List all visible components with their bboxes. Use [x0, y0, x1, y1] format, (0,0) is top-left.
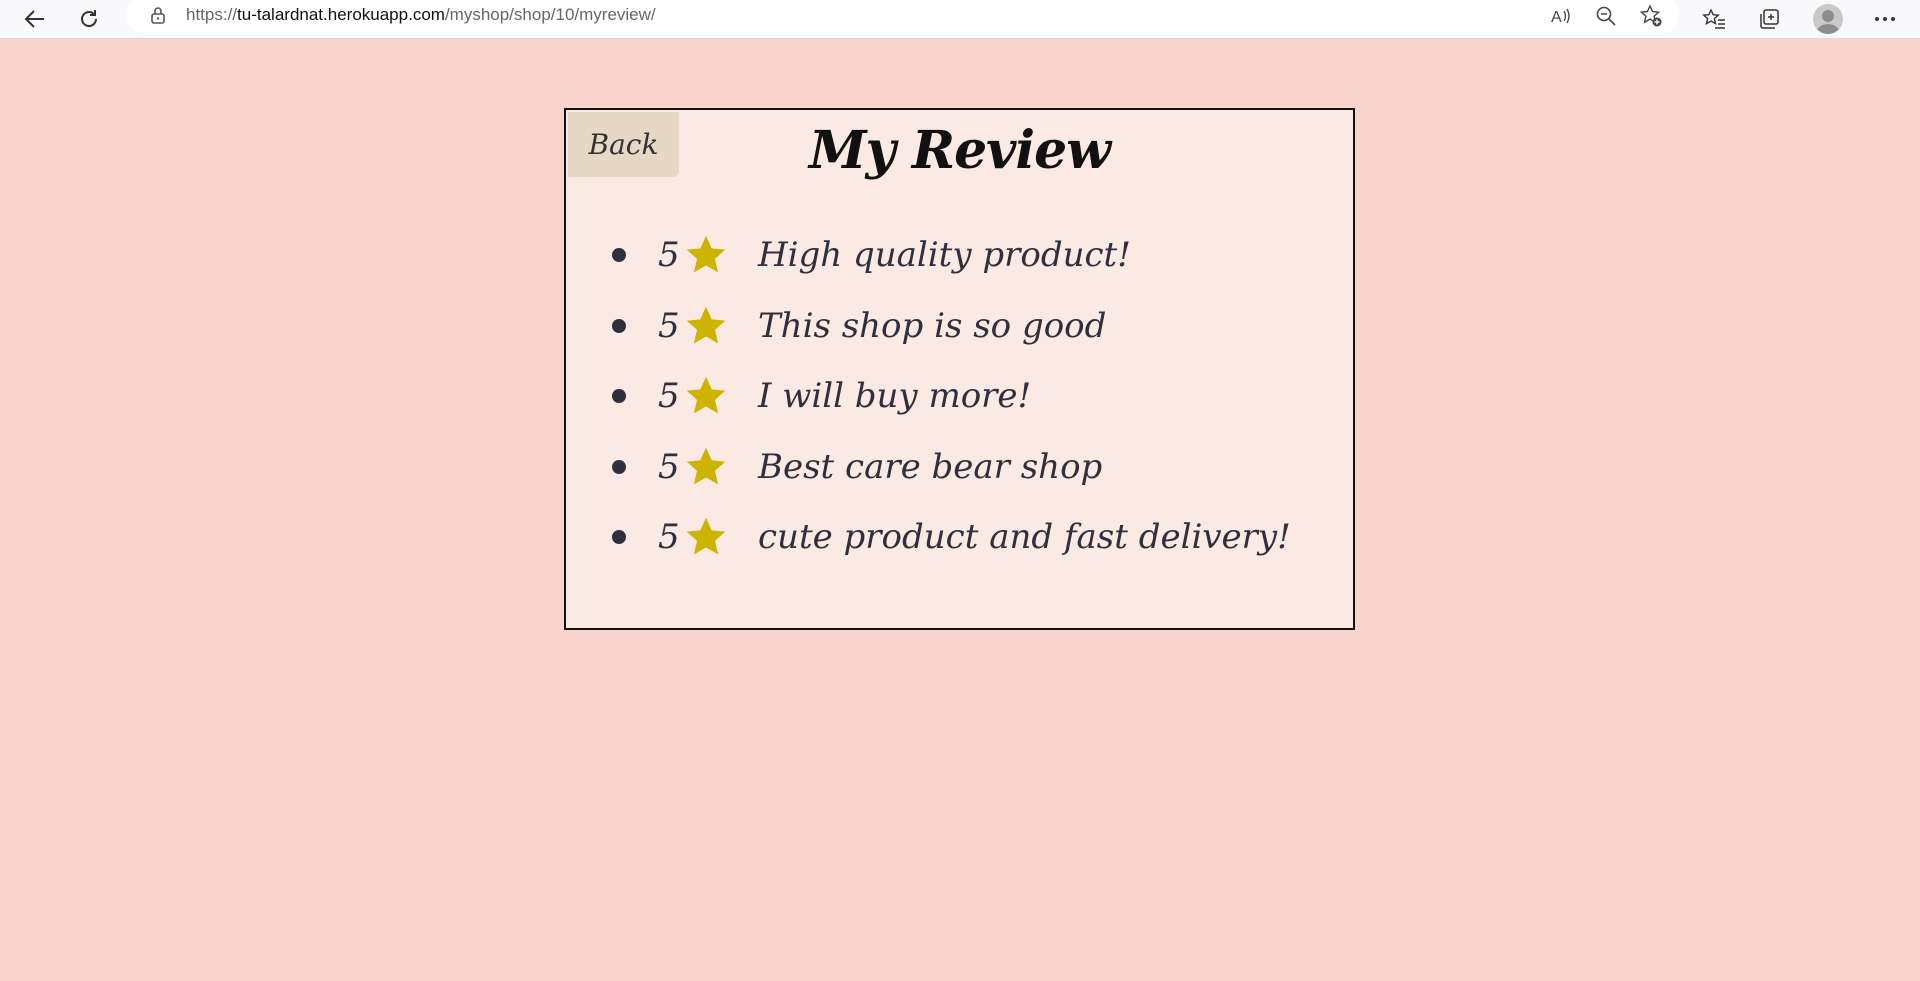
back-arrow-icon[interactable] — [18, 2, 52, 36]
review-comment: I will buy more! — [758, 376, 1032, 417]
url-text[interactable]: https://tu-talardnat.herokuapp.com/mysho… — [186, 5, 656, 25]
lock-icon[interactable] — [148, 5, 168, 25]
url-path: /myshop/shop/10/myreview/ — [444, 5, 656, 24]
profile-avatar[interactable] — [1813, 4, 1843, 34]
favorites-icon[interactable] — [1697, 2, 1731, 36]
review-comment: This shop is so good — [758, 305, 1107, 346]
review-list: 5 High quality product! 5 This shop is s… — [606, 220, 1326, 573]
bullet — [612, 389, 626, 404]
review-comment: cute product and fast delivery! — [758, 517, 1291, 558]
review-card: Back My Review 5 High quality product! 5… — [564, 108, 1355, 630]
add-favorite-icon[interactable] — [1638, 3, 1664, 29]
list-item: 5 I will buy more! — [606, 361, 1326, 432]
collections-icon[interactable] — [1752, 2, 1786, 36]
star-icon — [686, 518, 726, 555]
refresh-icon[interactable] — [72, 2, 106, 36]
zoom-out-icon[interactable] — [1593, 3, 1619, 29]
page-title: My Review — [809, 120, 1111, 181]
review-rating: 5 — [658, 376, 680, 417]
star-icon — [686, 447, 726, 485]
list-item: 5 This shop is so good — [606, 291, 1326, 362]
url-prefix: https:// — [186, 5, 238, 24]
read-aloud-icon[interactable]: A — [1548, 3, 1574, 29]
star-icon — [686, 377, 726, 414]
review-comment: High quality product! — [758, 235, 1131, 276]
more-options-icon[interactable] — [1868, 2, 1902, 36]
review-comment: Best care bear shop — [758, 446, 1103, 487]
star-icon — [686, 306, 726, 344]
url-domain: tu-talardnat.herokuapp.com — [237, 5, 445, 24]
bullet — [612, 530, 626, 545]
review-rating: 5 — [658, 446, 680, 487]
star-icon — [686, 236, 726, 273]
browser-toolbar: https://tu-talardnat.herokuapp.com/mysho… — [0, 0, 1920, 39]
bullet — [612, 248, 626, 263]
review-rating: 5 — [658, 305, 680, 346]
address-bar[interactable]: https://tu-talardnat.herokuapp.com/mysho… — [126, 0, 1679, 34]
list-item: 5 cute product and fast delivery! — [606, 502, 1326, 573]
list-item: 5 High quality product! — [606, 220, 1326, 291]
svg-text:A: A — [1551, 9, 1562, 26]
review-rating: 5 — [658, 517, 680, 558]
list-item: 5 Best care bear shop — [606, 432, 1326, 503]
bullet — [612, 459, 626, 474]
review-rating: 5 — [658, 235, 680, 276]
bullet — [612, 318, 626, 333]
